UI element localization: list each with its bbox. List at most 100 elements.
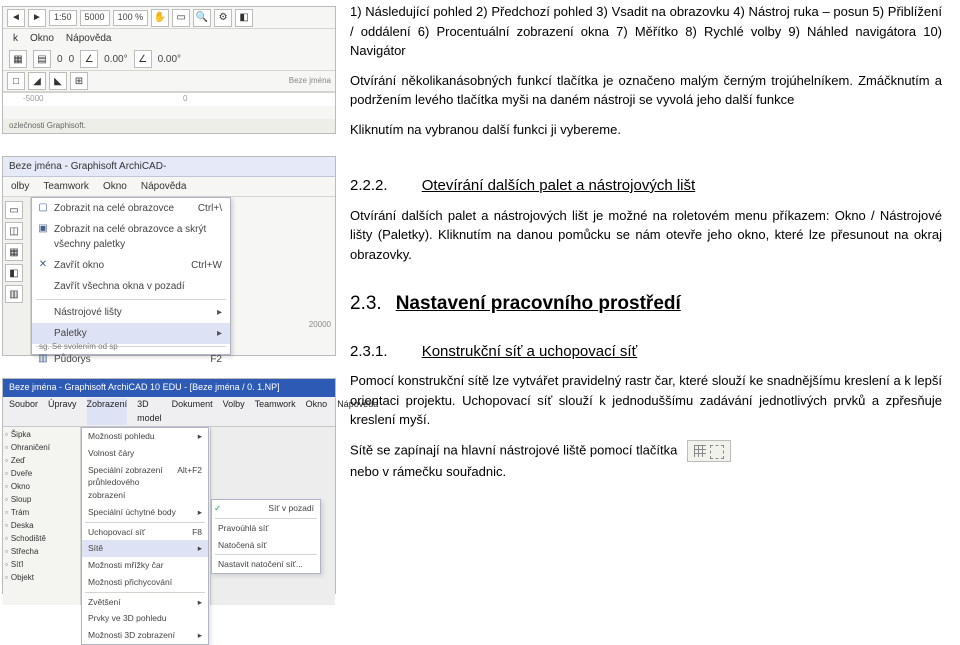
- app-window-screenshot: Beze jména - Graphisoft ArchiCAD 10 EDU …: [2, 378, 336, 594]
- toolbox-item: ▫Dveře: [5, 468, 78, 480]
- tab-teamwork: Teamwork: [43, 179, 89, 194]
- hand-tool-icon: ✋: [151, 9, 169, 27]
- dropdown-item: Sítě▸: [82, 540, 208, 557]
- ctrl-b-icon: ▤: [33, 50, 51, 68]
- side-i2-icon: ◫: [5, 222, 23, 240]
- ruler-tick-b: 0: [183, 93, 187, 105]
- mi-close-bg: Zavřít všechna okna v pozadí: [54, 279, 185, 294]
- mi-palettes: Paletky: [54, 326, 87, 341]
- toolbox-item: ▫Sloup: [5, 494, 78, 506]
- heading-231: 2.3.1. Konstrukční síť a uchopovací síť: [350, 341, 942, 364]
- menubar-item: Teamwork: [255, 398, 296, 425]
- mi-close: Zavřít okno: [54, 258, 104, 273]
- side-i4-icon: ◧: [5, 264, 23, 282]
- dropdown-item: Možnosti mřížky čar: [82, 557, 208, 574]
- menu-k: k: [13, 31, 18, 46]
- menubar-item: Volby: [223, 398, 245, 425]
- menu-okno: Okno: [30, 31, 54, 46]
- tab-napoveda: Nápověda: [141, 179, 187, 194]
- side-i5-icon: ▥: [5, 285, 23, 303]
- toolbox-item: ▫Síťl: [5, 559, 78, 571]
- grid-toggle-line1: Sítě se zapínají na hlavní nástrojové li…: [350, 442, 677, 457]
- toolbar-i1-icon: □: [7, 72, 25, 90]
- percent-field: 100 %: [113, 10, 149, 26]
- mi-floorplan: Půdorys: [54, 352, 91, 367]
- floorplan-icon: ▥: [36, 351, 50, 365]
- grid-toggle-icon: [687, 440, 731, 462]
- coord0b: 0: [69, 52, 75, 67]
- click-select-paragraph: Kliknutím na vybranou další funkci ji vy…: [350, 120, 942, 140]
- menubar-item: Nápověda: [337, 398, 378, 425]
- mi-close-sc: Ctrl+W: [191, 258, 222, 273]
- scale-field: 1:50: [49, 10, 77, 26]
- window-menu-screenshot: Beze jména - Graphisoft ArchiCAD- olby T…: [2, 156, 336, 356]
- width-field: 5000: [80, 10, 110, 26]
- toolbox-item: ▫Ohraničení: [5, 442, 78, 454]
- chevron-right-icon: ▸: [217, 305, 222, 320]
- heading-23-title: Nastavení pracovního prostředí: [396, 290, 681, 319]
- statusbar: ozlečnosti Graphisoft.: [3, 119, 335, 133]
- palettes-paragraph: Otvírání dalších palet a nástrojových li…: [350, 206, 942, 265]
- dropdown-item: Speciální úchytné body▸: [82, 504, 208, 521]
- toolbox-item: ▫Trám: [5, 507, 78, 519]
- fullscreen-icon: ▢: [36, 200, 50, 214]
- grid-toggle-paragraph: Sítě se zapínají na hlavní nástrojové li…: [350, 440, 942, 482]
- toolbar-i4-icon: ⊞: [70, 72, 88, 90]
- angle-a-icon: ∠: [80, 50, 98, 68]
- quickopt-icon: ⚙: [214, 9, 232, 27]
- footer-text: sg. Se svolením od sp: [39, 341, 118, 353]
- ruler2: 20000: [309, 319, 331, 331]
- deg-b: 0.00°: [158, 52, 181, 67]
- site-submenu: ✓Síť v pozadíPravoúhlá síťNatočená síťNa…: [211, 499, 321, 574]
- toolbox-item: ▫Objekt: [5, 572, 78, 584]
- menubar-item: 3D model: [137, 398, 162, 425]
- dropdown-item: Prvky ve 3D pohledu: [82, 610, 208, 627]
- toolbox-item: ▫Okno: [5, 481, 78, 493]
- submenu-item: Nastavit natočení síť...: [212, 556, 320, 573]
- submenu-item: Pravoúhlá síť: [212, 520, 320, 537]
- chevron-right-icon: ▸: [217, 326, 222, 341]
- grid-toggle-line2: nebo v rámečku souřadnic.: [350, 464, 506, 479]
- dropdown-item: Možnosti 3D zobrazení▸: [82, 627, 208, 644]
- menubar-item: Úpravy: [48, 398, 77, 425]
- ruler: -5000 0: [3, 92, 335, 106]
- next-view-icon: ►: [28, 9, 46, 27]
- mi-fullscreen-sc: Ctrl+\: [198, 201, 222, 216]
- multi-fn-paragraph: Otvírání několikanásobných funkcí tlačít…: [350, 71, 942, 110]
- dropdown-item: Možnosti pohledu▸: [82, 428, 208, 445]
- ruler-tick-a: -5000: [23, 93, 43, 105]
- toolbox: ▫Šipka▫Ohraničení▫Zeď▫Dveře▫Okno▫Sloup▫T…: [3, 427, 81, 605]
- heading-231-title: Konstrukční síť a uchopovací síť: [422, 343, 638, 360]
- tab-okno: Okno: [103, 179, 127, 194]
- toolbox-item: ▫Střecha: [5, 546, 78, 558]
- heading-23-num: 2.3.: [350, 290, 382, 319]
- heading-222: 2.2.2. Otevírání dalších palet a nástroj…: [350, 175, 942, 198]
- toolbar-i2-icon: ◢: [28, 72, 46, 90]
- okno-menu: ▢Zobrazit na celé obrazovceCtrl+\ ▣Zobra…: [31, 197, 231, 355]
- tab-olby: olby: [11, 179, 29, 194]
- navigator-icon: ◧: [235, 9, 253, 27]
- side-i3-icon: ▦: [5, 243, 23, 261]
- toolbar-screenshot: ◄ ► 1:50 5000 100 % ✋ ▭ 🔍 ⚙ ◧ k Okno Náp…: [2, 6, 336, 134]
- grid-paragraph: Pomocí konstrukční sítě lze vytvářet pra…: [350, 371, 942, 430]
- mi-fullscreen-hide: Zobrazit na celé obrazovce a skrýt všech…: [54, 222, 222, 252]
- fit-screen-icon: ▭: [172, 9, 190, 27]
- side-i1-icon: ▭: [5, 201, 23, 219]
- dropdown-item: Možnosti přichycování: [82, 574, 208, 591]
- deg-a: 0.00°: [104, 52, 127, 67]
- toolbox-item: ▫Zeď: [5, 455, 78, 467]
- submenu-item: ✓Síť v pozadí: [212, 500, 320, 517]
- menubar-item: Dokument: [172, 398, 213, 425]
- toolbox-item: ▫Deska: [5, 520, 78, 532]
- angle-b-icon: ∠: [134, 50, 152, 68]
- menu-napoveda: Nápověda: [66, 31, 112, 46]
- mi-toolbars: Nástrojové lišty: [54, 305, 122, 320]
- mi-floorplan-sc: F2: [210, 352, 222, 367]
- titlebar3: Beze jména - Graphisoft ArchiCAD 10 EDU …: [3, 379, 335, 397]
- toolbox-item: ▫Schodiště: [5, 533, 78, 545]
- toolbar-enum-paragraph: 1) Následující pohled 2) Předchozí pohle…: [350, 2, 942, 61]
- menubar-item: Soubor: [9, 398, 38, 425]
- menubar-item: Okno: [306, 398, 328, 425]
- heading-23: 2.3. Nastavení pracovního prostředí: [350, 290, 942, 319]
- heading-222-num: 2.2.2.: [350, 177, 388, 194]
